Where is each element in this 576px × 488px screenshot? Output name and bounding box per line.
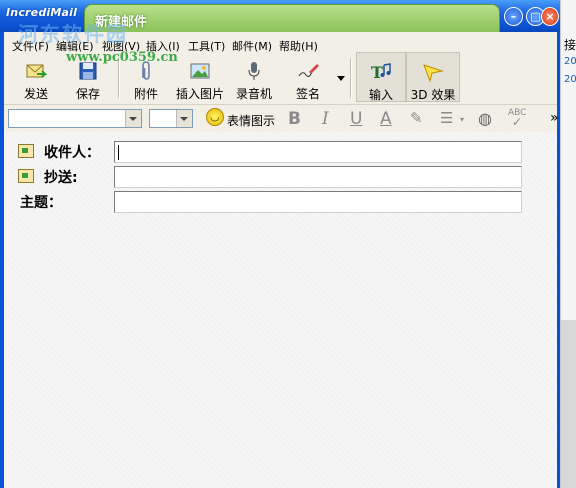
smiley-icon[interactable] [206,108,224,126]
subject-label: 主题： [20,195,62,211]
minimize-icon: – [510,10,517,23]
send-icon [25,60,48,82]
chevron-down-icon[interactable] [176,110,192,127]
save-label: 保存 [75,87,100,101]
spellcheck-check-icon: ✓ [512,115,523,129]
italic-button[interactable]: I [322,109,329,129]
paper-plane-icon [422,61,444,83]
recorder-button[interactable]: 录音机 [234,52,274,102]
chevron-down-icon[interactable] [125,110,141,127]
format-toolbar: 表情图示 B I U A ✎ ☰ ▾ ◍ ABC ✓ » [4,104,559,131]
input-label: 输入 [368,88,393,102]
bullet-list-dropdown-icon[interactable]: ▾ [460,115,464,124]
send-button[interactable]: 发送 [16,52,56,102]
font-family-select[interactable] [8,109,142,128]
address-book-icon[interactable] [18,169,34,183]
cc-field[interactable] [114,166,522,188]
watermark-url: www.pc0359.cn [66,50,178,65]
minimize-button[interactable]: – [504,7,523,26]
compose-window: IncrediMail 新建邮件 – □ × 文件(F) 编辑(E) 视图(V)… [0,0,560,488]
cc-label: 抄送: [44,170,78,186]
to-label: 收件人： [44,145,100,161]
input-button[interactable]: T 输入 [356,52,406,102]
emoticons-label[interactable]: 表情图示 [227,112,275,129]
bold-button[interactable]: B [288,109,301,129]
send-label: 发送 [23,87,48,101]
recorder-label: 录音机 [235,87,272,101]
bullet-list-icon[interactable]: ☰ [440,109,453,127]
3d-effect-button[interactable]: 3D 效果 [406,52,460,102]
compose-area: 收件人： 抄送: 主题： [4,132,557,488]
signature-label: 签名 [295,87,320,101]
paintbrush-icon[interactable]: ✎ [410,109,423,127]
insert-image-label: 插入图片 [175,87,224,101]
microphone-icon [243,60,265,82]
background-window-row: 20 [564,56,576,67]
picture-icon [189,60,211,82]
background-window-panel [561,320,576,488]
maximize-icon: □ [530,10,541,23]
attach-label: 附件 [133,87,158,101]
window-client-area: 文件(F) 编辑(E) 视图(V) 插入(I) 工具(T) 邮件(M) 帮助(H… [4,32,559,488]
close-button[interactable]: × [541,7,559,26]
font-color-button[interactable]: A [380,109,392,129]
font-size-select[interactable] [149,109,193,128]
signature-dropdown-arrow-icon[interactable] [337,76,345,81]
background-window: 接 20 20 [560,0,576,488]
toolbar-separator [350,58,352,98]
text-music-icon: T [370,61,392,83]
svg-text:T: T [371,63,383,82]
signature-pen-icon [297,60,319,82]
background-window-text: 接 [564,38,576,52]
close-icon: × [545,10,555,23]
insert-image-button[interactable]: 插入图片 [174,52,226,102]
signature-button[interactable]: 签名 [290,52,326,102]
globe-icon[interactable]: ◍ [478,109,492,128]
window-tab: 新建邮件 [84,4,500,32]
3d-effect-label: 3D 效果 [410,88,456,102]
address-book-icon[interactable] [18,144,34,158]
to-field[interactable] [114,141,522,163]
watermark-site: 河东软件园 [18,22,128,46]
background-window-row: 20 [564,74,576,85]
subject-field[interactable] [114,191,522,213]
text-cursor [118,145,119,160]
underline-button[interactable]: U [350,109,362,129]
toolbar-overflow-button[interactable]: » [550,110,559,126]
